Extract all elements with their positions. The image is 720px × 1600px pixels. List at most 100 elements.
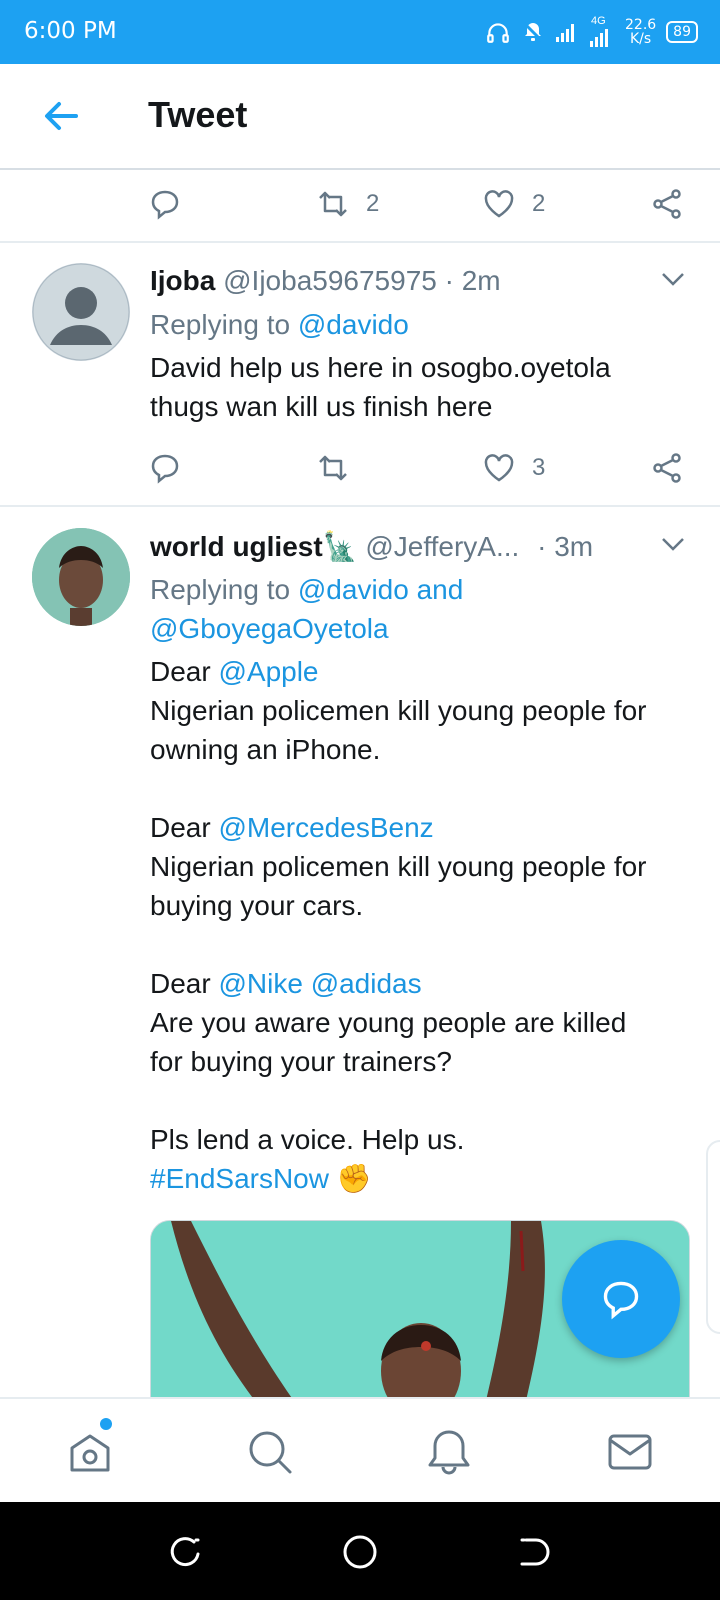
- mention-link[interactable]: @GboyegaOyetola: [150, 613, 389, 644]
- tweet-actions: 3: [148, 446, 688, 490]
- replying-to: Replying to @davido: [150, 306, 409, 344]
- speed-value: 22.6: [625, 17, 657, 33]
- nav-search[interactable]: [242, 1424, 298, 1480]
- circle-home-icon: [343, 1535, 377, 1569]
- mention-link[interactable]: @Apple: [218, 656, 318, 687]
- compose-reply-button[interactable]: [562, 1240, 680, 1358]
- tweet-text-line: #EndSarsNow ✊: [150, 1159, 690, 1198]
- user-handle: @JefferyA...: [365, 531, 520, 562]
- replying-to-continued: @GboyegaOyetola: [150, 610, 389, 648]
- mention-link[interactable]: @Nike: [218, 968, 302, 999]
- back-nav-icon: [520, 1538, 550, 1566]
- tweet-text-line: Nigerian policemen kill young people for: [150, 851, 647, 882]
- tweet-text-line: Pls lend a voice. Help us.: [150, 1124, 465, 1155]
- share-icon: [653, 453, 681, 483]
- network-speed: 22.6 K/s: [625, 18, 656, 46]
- arrow-left-icon: [45, 102, 78, 130]
- avatar[interactable]: [32, 263, 130, 361]
- speed-unit: K/s: [629, 31, 652, 47]
- retweet-button[interactable]: [316, 446, 366, 490]
- share-button[interactable]: [650, 182, 684, 226]
- user-handle: @Ijoba59675975: [223, 265, 437, 296]
- tweet-time: · 3m: [537, 531, 594, 562]
- unread-dot: [100, 1418, 112, 1430]
- tweet-text-line: Are you aware young people are killed: [150, 1007, 627, 1038]
- nav-home[interactable]: [62, 1418, 118, 1480]
- tweet-text-line: for buying your trainers?: [150, 1046, 452, 1077]
- chevron-down-icon[interactable]: [658, 529, 688, 559]
- like-count: 3: [532, 454, 546, 481]
- tweet-text: David help us here in osogbo.oyetola thu…: [150, 348, 690, 426]
- tweet-text-line: Dear @Nike @adidas: [150, 964, 690, 1003]
- divider: [0, 241, 720, 243]
- recent-apps-icon: [170, 1537, 200, 1567]
- bottom-navigation: [0, 1397, 720, 1504]
- chevron-down-icon[interactable]: [658, 264, 688, 294]
- hashtag-link[interactable]: #EndSarsNow: [150, 1163, 329, 1194]
- replying-to: Replying to @davido and: [150, 571, 463, 609]
- recent-apps-button[interactable]: [166, 1532, 206, 1572]
- default-avatar-icon: [32, 263, 130, 361]
- replying-prefix: Replying to: [150, 309, 298, 340]
- mention-link[interactable]: @davido and: [298, 574, 463, 605]
- reply-icon: [603, 1281, 639, 1320]
- fist-emoji: ✊: [336, 1163, 372, 1194]
- retweet-icon: [319, 191, 347, 217]
- header: Tweet: [0, 64, 720, 170]
- home-button[interactable]: [340, 1532, 380, 1572]
- mention-link[interactable]: @davido: [298, 309, 409, 340]
- mention-link[interactable]: @adidas: [311, 968, 422, 999]
- retweet-count: 2: [366, 190, 380, 217]
- like-button[interactable]: 2: [482, 182, 545, 226]
- statue-of-liberty-emoji: 🗽: [322, 531, 358, 562]
- avatar[interactable]: [32, 528, 130, 626]
- reply-button[interactable]: [148, 446, 182, 490]
- nav-messages[interactable]: [602, 1424, 658, 1480]
- search-icon: [249, 1431, 292, 1474]
- text-span: Dear: [150, 968, 219, 999]
- envelope-icon: [608, 1434, 652, 1470]
- signal-4g-icon: 4G: [587, 15, 615, 47]
- home-icon: [70, 1434, 110, 1472]
- heart-icon: [484, 454, 514, 482]
- tweet-text-line: buying your cars.: [150, 890, 364, 921]
- scroll-handle[interactable]: [706, 1140, 720, 1334]
- tweet-text: Dear @Apple Nigerian policemen kill youn…: [150, 652, 690, 1198]
- headphones-icon: [487, 23, 509, 43]
- reply-icon: [151, 190, 179, 220]
- retweet-button[interactable]: 2: [316, 182, 379, 226]
- like-count: 2: [532, 190, 546, 217]
- tweet-text-line: thugs wan kill us finish here: [150, 391, 493, 422]
- text-span: Dear: [150, 656, 219, 687]
- tweet-text-line: Nigerian policemen kill young people for: [150, 695, 647, 726]
- bell-off-icon: [522, 21, 544, 43]
- like-button[interactable]: 3: [482, 446, 545, 490]
- status-bar: 6:00 PM 4G 22.6 K/s 89: [0, 0, 720, 64]
- tweet-text-line: Dear @MercedesBenz: [150, 808, 690, 847]
- share-button[interactable]: [650, 446, 684, 490]
- back-button[interactable]: [40, 94, 84, 138]
- tweet-header: world ugliest🗽 @JefferyA... · 3m: [150, 528, 593, 566]
- page-title: Tweet: [148, 94, 248, 135]
- reply-button[interactable]: [148, 182, 182, 226]
- tweet-actions: 2 2: [148, 182, 688, 226]
- text-span: Dear: [150, 812, 219, 843]
- back-nav-button[interactable]: [514, 1532, 554, 1572]
- user-name[interactable]: Ijoba: [150, 265, 215, 296]
- heart-icon: [484, 190, 514, 218]
- tweet-text-line: owning an iPhone.: [150, 734, 381, 765]
- reply-icon: [151, 454, 179, 484]
- profile-photo-icon: [32, 528, 130, 626]
- retweet-icon: [319, 455, 347, 481]
- share-icon: [653, 189, 681, 219]
- tweet-text-line: Dear @Apple: [150, 652, 690, 691]
- status-icons: 4G 22.6 K/s 89: [485, 14, 698, 50]
- user-name[interactable]: world ugliest: [150, 531, 323, 562]
- divider: [0, 505, 720, 507]
- mention-link[interactable]: @MercedesBenz: [218, 812, 433, 843]
- nav-notifications[interactable]: [421, 1424, 477, 1480]
- tweet-text-line: David help us here in osogbo.oyetola: [150, 352, 611, 383]
